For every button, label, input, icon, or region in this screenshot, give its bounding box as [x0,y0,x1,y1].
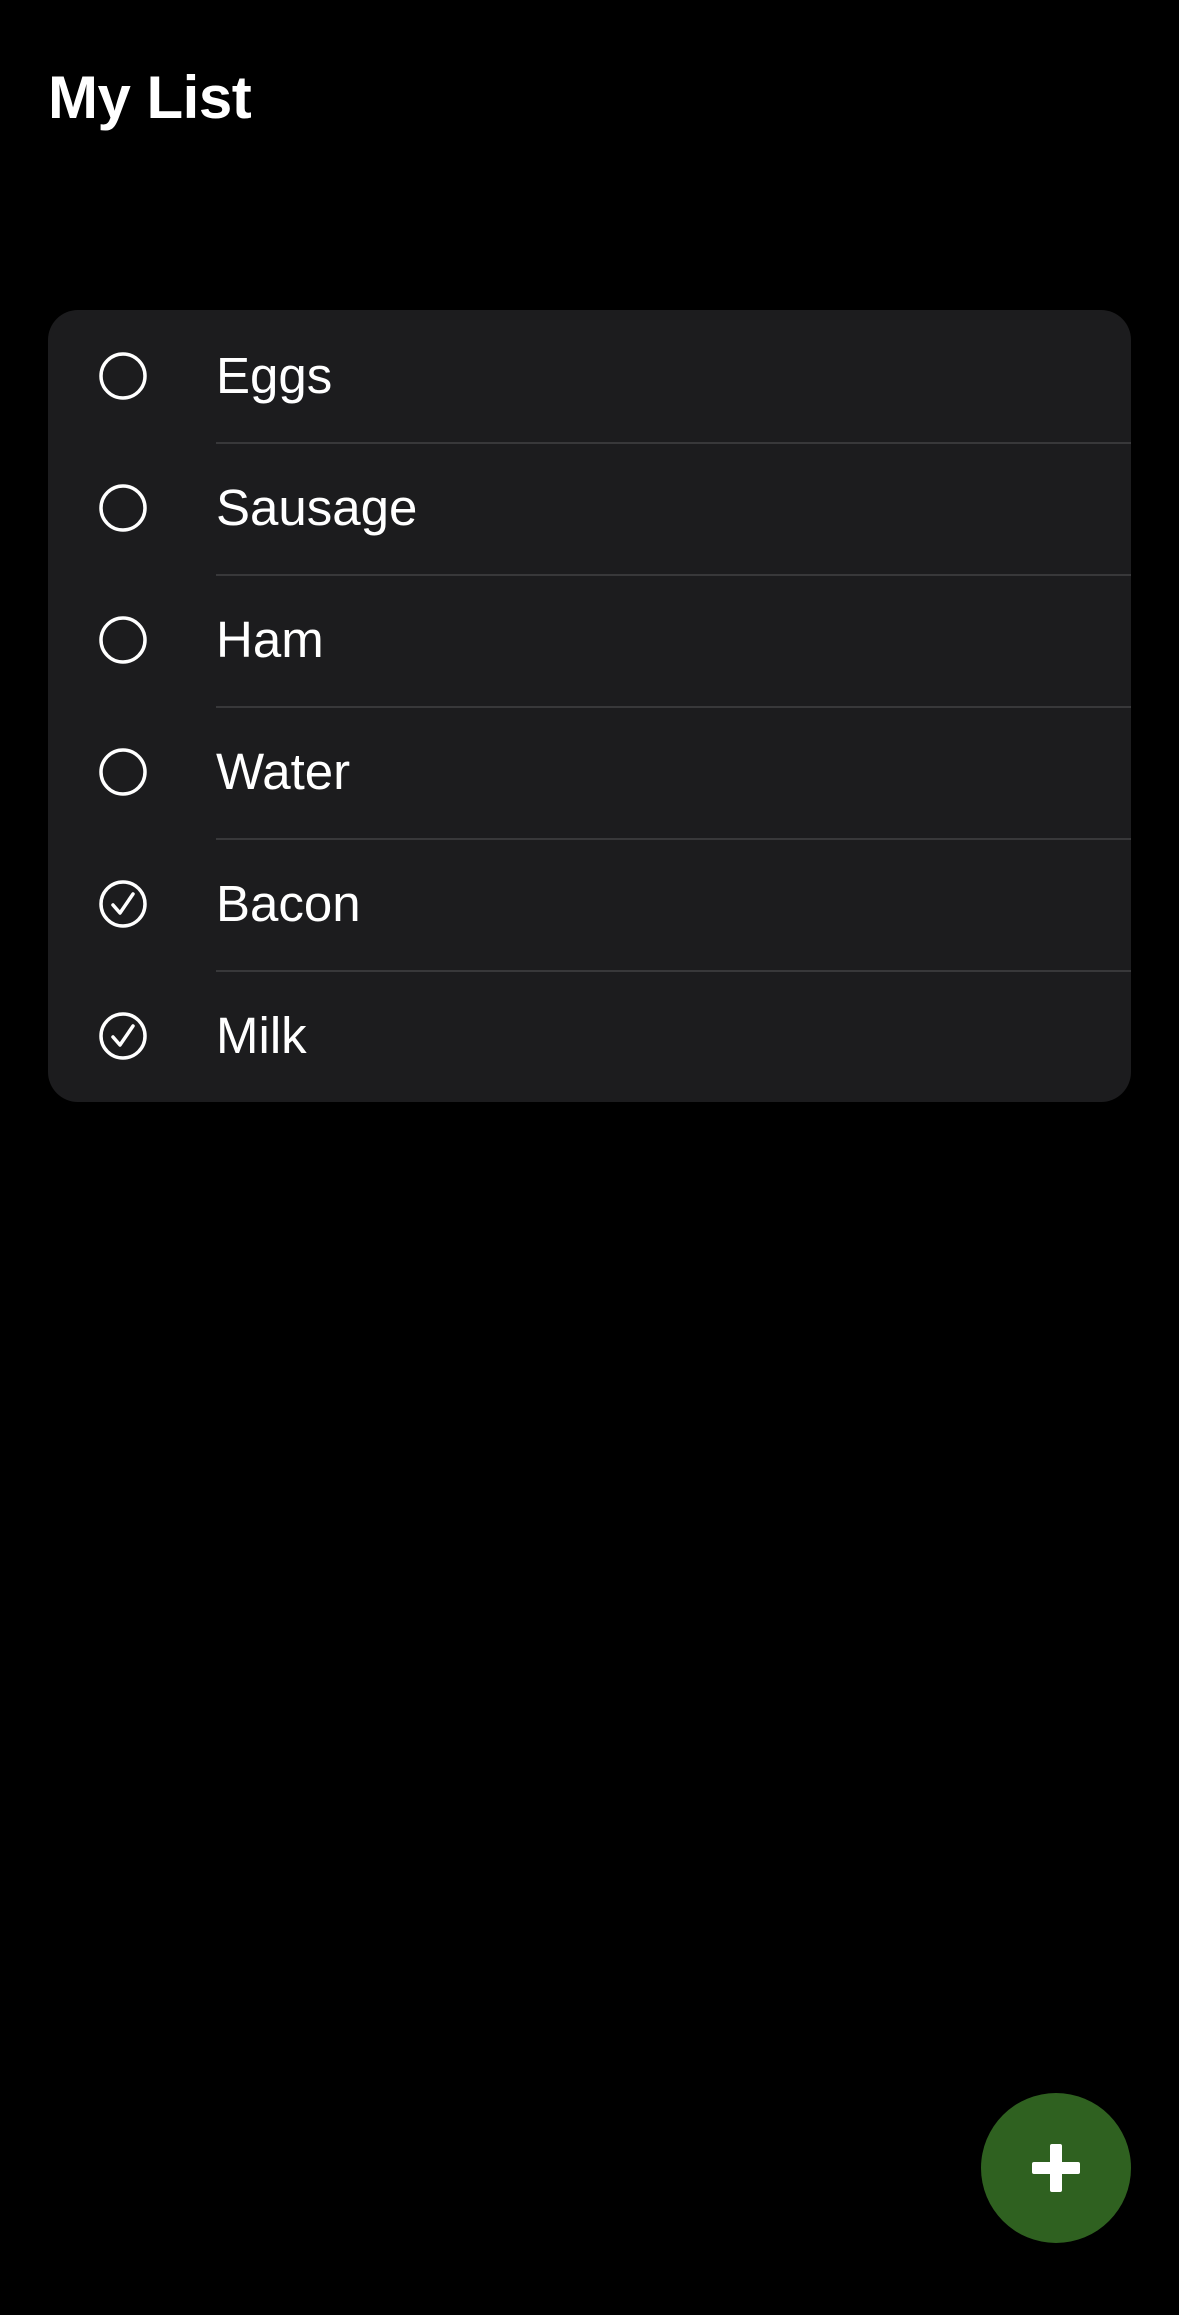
checked-circle-icon[interactable] [99,1012,147,1060]
shopping-list: Eggs Sausage Ham Water Bacon Milk [48,310,1131,1102]
checked-circle-icon[interactable] [99,880,147,928]
list-item-label: Sausage [216,479,418,536]
list-item-label: Bacon [216,875,361,932]
list-item[interactable]: Water [48,706,1131,838]
page-title: My List [48,64,252,131]
list-item-label: Water [216,743,351,800]
list-item[interactable]: Bacon [48,838,1131,970]
list-item[interactable]: Milk [48,970,1131,1102]
unchecked-circle-icon[interactable] [99,616,147,664]
unchecked-circle-icon[interactable] [99,484,147,532]
list-item[interactable]: Ham [48,574,1131,706]
plus-icon [1032,2144,1080,2192]
unchecked-circle-icon[interactable] [99,352,147,400]
list-item-label: Ham [216,611,324,668]
add-item-button[interactable] [981,2093,1131,2243]
list-item-label: Eggs [216,347,333,404]
list-item-label: Milk [216,1007,307,1064]
list-item[interactable]: Sausage [48,442,1131,574]
list-item[interactable]: Eggs [48,310,1131,442]
unchecked-circle-icon[interactable] [99,748,147,796]
